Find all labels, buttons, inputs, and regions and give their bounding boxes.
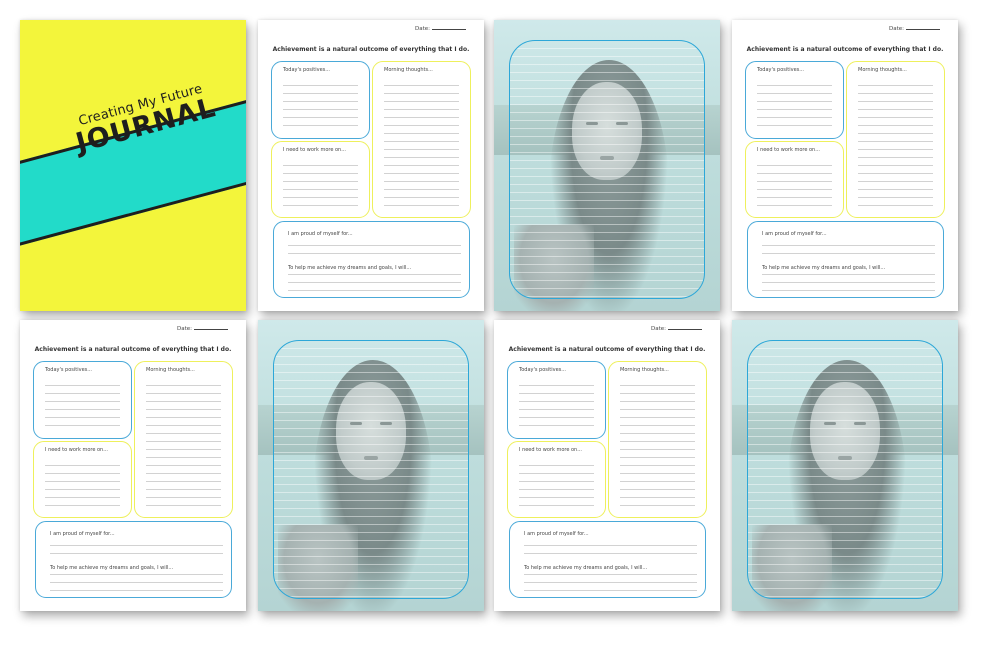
ruled-lines [757, 158, 832, 209]
proud-goals-box: I am proud of myself for... To help me a… [35, 521, 232, 598]
journal-page: Date: Achievement is a natural outcome o… [20, 320, 246, 611]
morning-label: Morning thoughts... [620, 367, 669, 373]
journal-page: Date: Achievement is a natural outcome o… [258, 20, 484, 311]
ruled-lines [50, 567, 223, 591]
ruled-lines [762, 267, 935, 291]
morning-label: Morning thoughts... [384, 67, 433, 73]
morning-label: Morning thoughts... [858, 67, 907, 73]
ruled-frame [509, 40, 705, 299]
date-line [194, 329, 228, 330]
date-line [668, 329, 702, 330]
morning-box: Morning thoughts... [372, 61, 471, 218]
proud-label: I am proud of myself for... [50, 531, 115, 537]
positives-label: Today's positives... [283, 67, 331, 73]
ruled-lines [757, 78, 832, 130]
ruled-lines [283, 78, 358, 130]
ruled-lines [146, 378, 221, 509]
ruled-lines [858, 78, 933, 209]
photo-page [494, 20, 720, 311]
work-label: I need to work more on... [45, 447, 108, 453]
morning-box: Morning thoughts... [608, 361, 707, 518]
morning-box: Morning thoughts... [846, 61, 945, 218]
date-label: Date: [177, 326, 192, 332]
ruled-lines [620, 378, 695, 509]
proud-goals-box: I am proud of myself for... To help me a… [273, 221, 470, 298]
date-label: Date: [651, 326, 666, 332]
date-field: Date: [177, 326, 228, 332]
ruled-lines [524, 567, 697, 591]
photo-page [732, 320, 958, 611]
morning-box: Morning thoughts... [134, 361, 233, 518]
morning-label: Morning thoughts... [146, 367, 195, 373]
work-label: I need to work more on... [757, 147, 820, 153]
ruled-lines [524, 538, 697, 560]
work-box: I need to work more on... [271, 141, 370, 218]
ruled-frame [747, 340, 943, 599]
journal-page: Date: Achievement is a natural outcome o… [494, 320, 720, 611]
page-heading: Achievement is a natural outcome of ever… [746, 46, 944, 53]
date-label: Date: [889, 26, 904, 32]
journal-page: Date: Achievement is a natural outcome o… [732, 20, 958, 311]
ruled-lines [519, 378, 594, 430]
ruled-lines [762, 238, 935, 260]
ruled-frame [273, 340, 469, 599]
date-field: Date: [889, 26, 940, 32]
work-label: I need to work more on... [283, 147, 346, 153]
positives-box: Today's positives... [507, 361, 606, 439]
date-field: Date: [415, 26, 466, 32]
ruled-lines [45, 378, 120, 430]
proud-goals-box: I am proud of myself for... To help me a… [509, 521, 706, 598]
proud-goals-box: I am proud of myself for... To help me a… [747, 221, 944, 298]
date-label: Date: [415, 26, 430, 32]
positives-label: Today's positives... [45, 367, 93, 373]
page-heading: Achievement is a natural outcome of ever… [508, 346, 706, 353]
work-box: I need to work more on... [507, 441, 606, 518]
ruled-lines [288, 267, 461, 291]
ruled-lines [288, 238, 461, 260]
page-heading: Achievement is a natural outcome of ever… [34, 346, 232, 353]
ruled-lines [45, 458, 120, 509]
proud-label: I am proud of myself for... [762, 231, 827, 237]
positives-box: Today's positives... [33, 361, 132, 439]
work-label: I need to work more on... [519, 447, 582, 453]
date-line [432, 29, 466, 30]
date-line [906, 29, 940, 30]
positives-box: Today's positives... [745, 61, 844, 139]
cover-page: Creating My Future JOURNAL [20, 20, 246, 311]
page-heading: Achievement is a natural outcome of ever… [272, 46, 470, 53]
proud-label: I am proud of myself for... [524, 531, 589, 537]
ruled-lines [519, 458, 594, 509]
positives-label: Today's positives... [757, 67, 805, 73]
work-box: I need to work more on... [33, 441, 132, 518]
proud-label: I am proud of myself for... [288, 231, 353, 237]
ruled-lines [50, 538, 223, 560]
date-field: Date: [651, 326, 702, 332]
positives-label: Today's positives... [519, 367, 567, 373]
work-box: I need to work more on... [745, 141, 844, 218]
ruled-lines [283, 158, 358, 209]
positives-box: Today's positives... [271, 61, 370, 139]
photo-page [258, 320, 484, 611]
ruled-lines [384, 78, 459, 209]
